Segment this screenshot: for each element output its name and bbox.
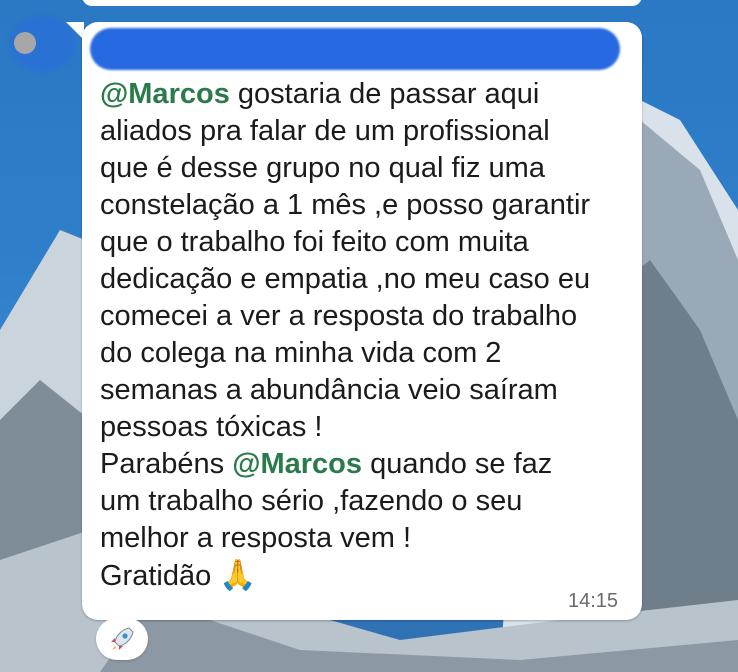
message-line-8: do colega na minha vida com 2 — [100, 337, 502, 369]
message-line-3: que é desse grupo no qual fiz uma — [100, 152, 545, 184]
previous-message-bubble — [82, 0, 642, 6]
message-line-6: dedicação e empatia ,no meu caso eu — [100, 263, 591, 295]
mention-marcos[interactable]: @Marcos — [100, 78, 230, 110]
message-text: @Marcos gostaria de passar aqui aliados … — [100, 76, 635, 595]
avatar-placeholder — [14, 32, 36, 54]
message-line-1: @Marcos gostaria de passar aqui — [100, 78, 540, 110]
message-line-10: pessoas tóxicas ! — [100, 411, 323, 443]
message-line-7: comecei a ver a resposta do trabalho — [100, 300, 578, 332]
message-line-11: Parabéns @Marcos quando se faz — [100, 448, 553, 480]
message-line-9: semanas a abundância veio saíram — [100, 374, 558, 406]
rocket-icon — [111, 627, 134, 650]
redacted-sender-name — [90, 28, 620, 70]
message-line-4: constelação a 1 mês ,e posso garantir — [100, 189, 591, 221]
praying-hands-icon: 🙏 — [219, 559, 257, 592]
message-timestamp: 14:15 — [568, 590, 619, 612]
message-line-13: melhor a resposta vem ! — [100, 522, 412, 554]
mention-marcos[interactable]: @Marcos — [232, 448, 362, 480]
message-line-12: um trabalho sério ,fazendo o seu — [100, 485, 523, 517]
reaction-badge[interactable] — [96, 618, 148, 660]
message-line-5: que o trabalho foi feito com muita — [100, 226, 529, 258]
message-line-14: Gratidão 🙏 — [100, 559, 257, 592]
message-line-2: aliados pra falar de um profissional — [100, 115, 550, 147]
